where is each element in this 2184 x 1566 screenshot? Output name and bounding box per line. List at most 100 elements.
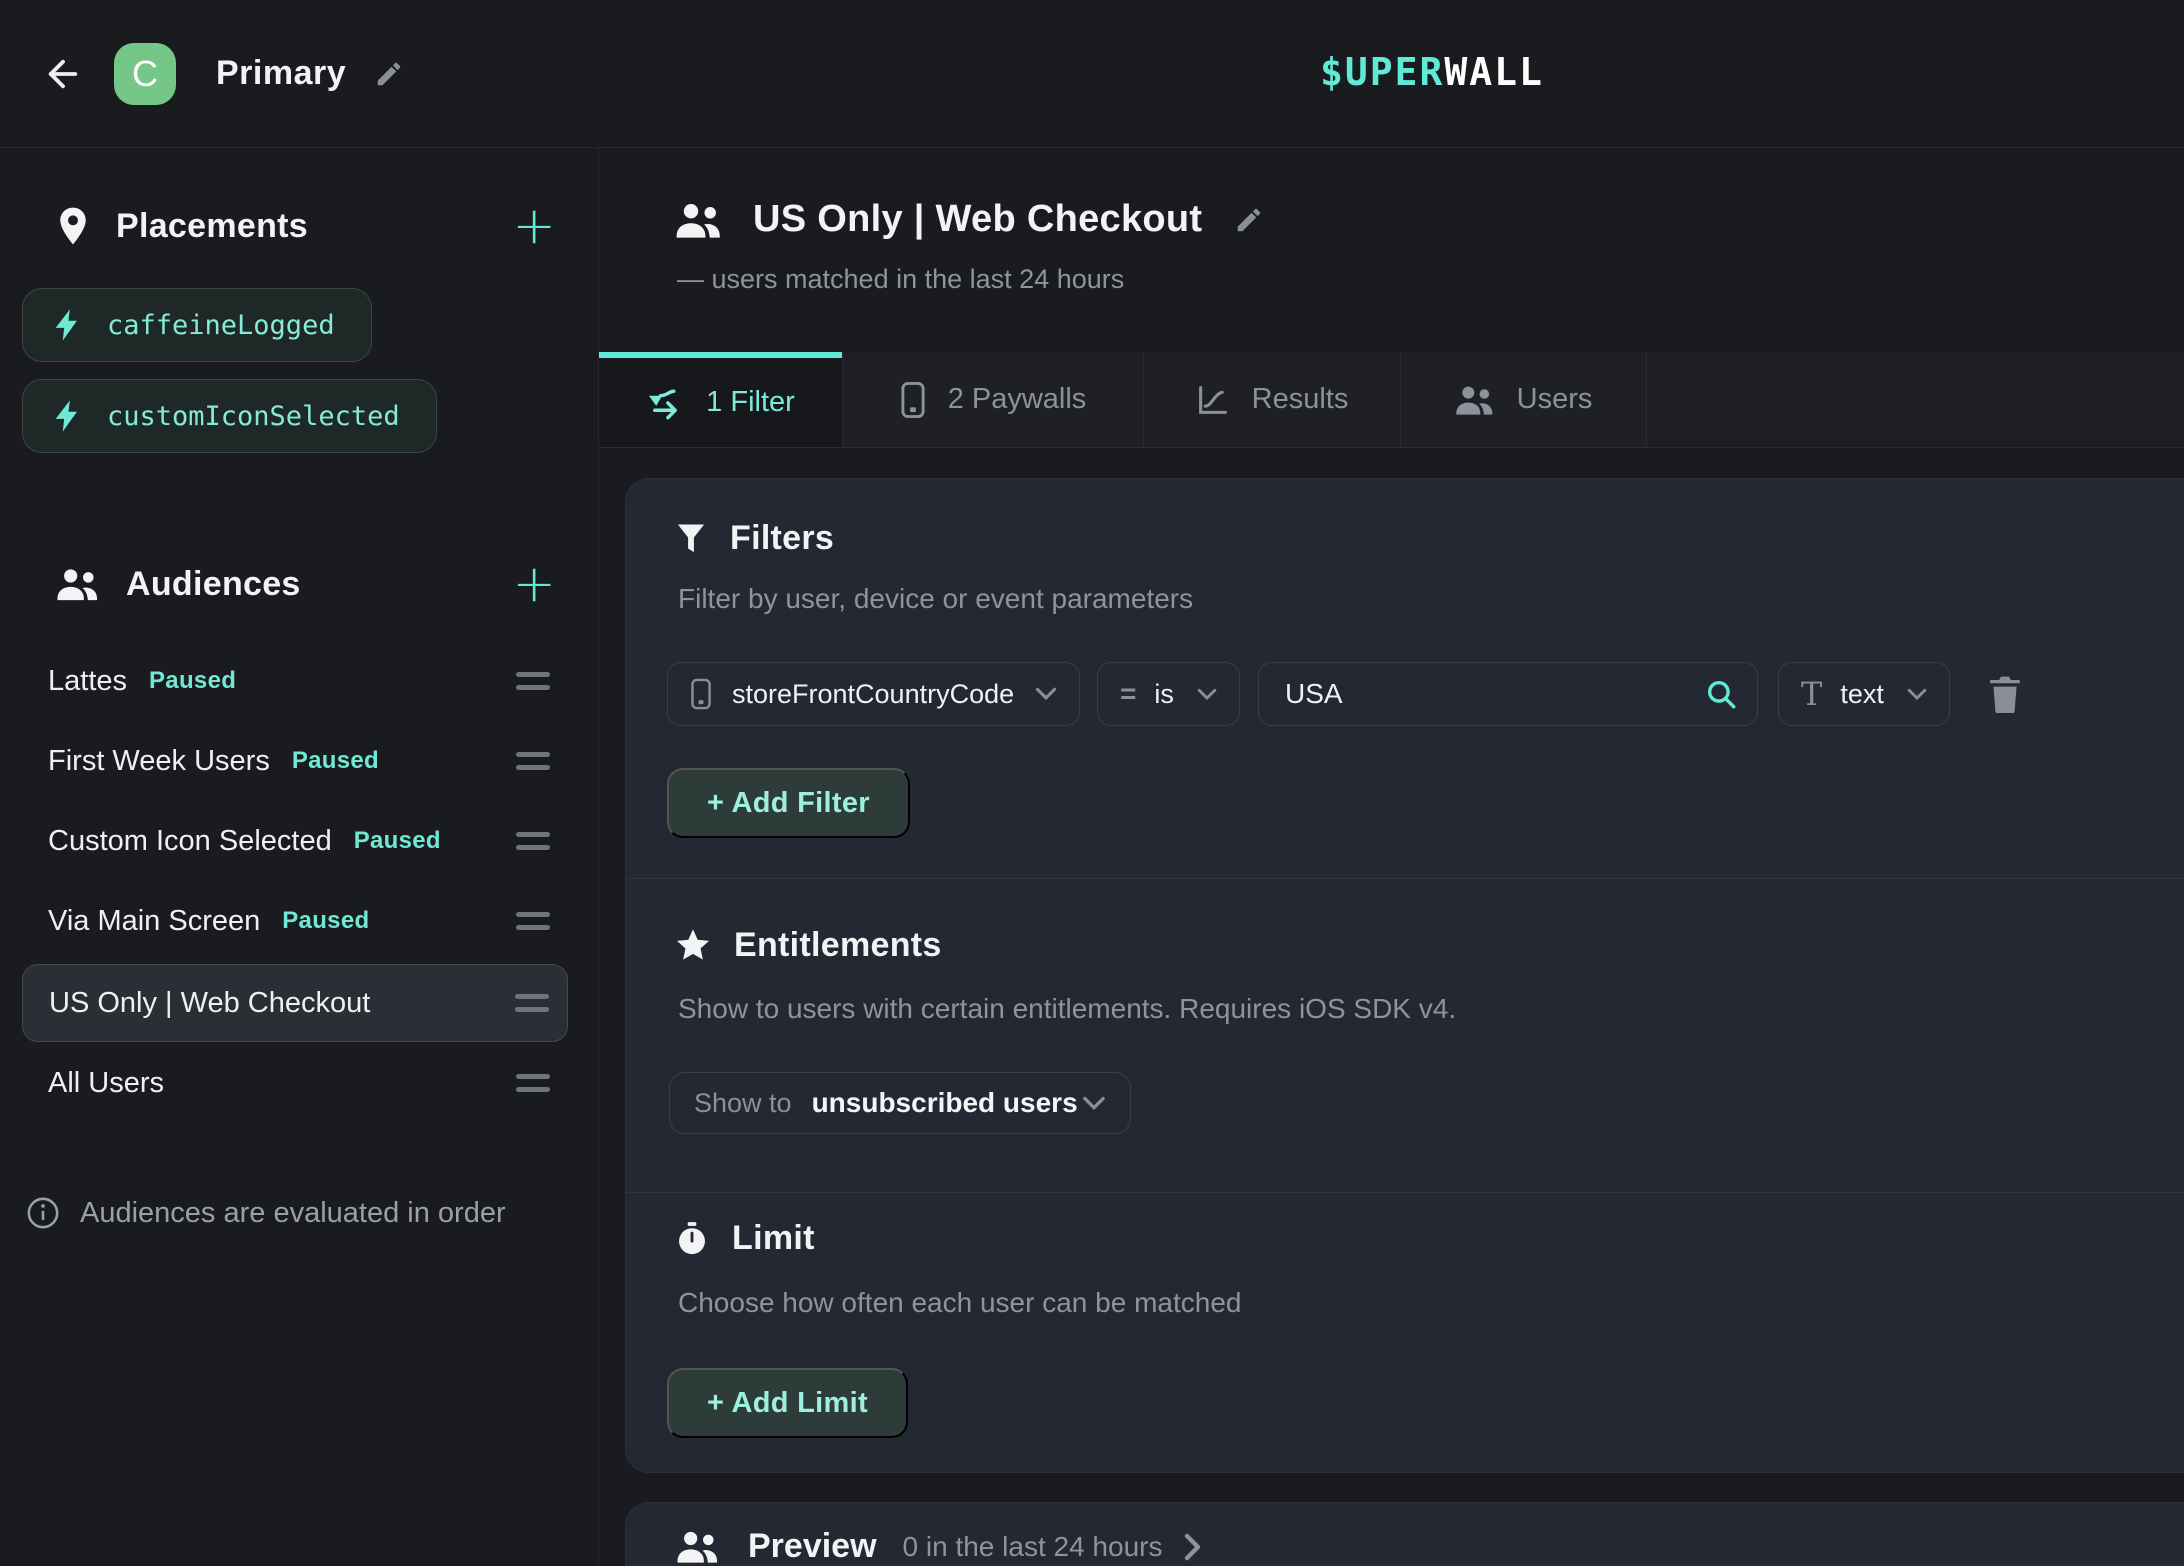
paused-badge: Paused [282, 907, 369, 935]
drag-handle-icon[interactable] [516, 672, 550, 690]
placement-chip[interactable]: customIconSelected [22, 379, 437, 453]
limit-description: Choose how often each user can be matche… [678, 1287, 1241, 1319]
tab-results[interactable]: Results [1143, 352, 1400, 447]
funnel-icon [676, 523, 706, 555]
operator-select[interactable]: = is [1097, 662, 1240, 726]
audiences-title: Audiences [126, 565, 301, 604]
footnote-text: Audiences are evaluated in order [80, 1197, 506, 1230]
page-subtitle: — users matched in the last 24 hours [677, 264, 1124, 295]
tab-users[interactable]: Users [1400, 352, 1647, 447]
audience-row-selected[interactable]: US Only | Web Checkout [22, 964, 568, 1042]
equals-icon: = [1120, 678, 1136, 710]
placements-header: Placements + [56, 200, 556, 252]
paused-badge: Paused [292, 747, 379, 775]
audience-row[interactable]: Custom Icon Selected Paused [22, 802, 568, 880]
audience-row[interactable]: Via Main Screen Paused [22, 882, 568, 960]
app-window: C Primary $UPERWALL Placements + caffein… [0, 0, 2184, 1566]
tab-results-label: Results [1252, 383, 1349, 416]
filters-title: Filters [730, 519, 834, 558]
star-icon [676, 929, 710, 962]
show-to-label: Show to [694, 1088, 792, 1119]
edit-workspace-icon[interactable] [374, 59, 404, 89]
device-icon [690, 678, 712, 710]
operator-value: is [1154, 679, 1174, 710]
main-panel: US Only | Web Checkout — users matched i… [599, 148, 2184, 1566]
preview-meta: 0 in the last 24 hours [903, 1531, 1163, 1563]
drag-handle-icon[interactable] [516, 752, 550, 770]
type-select[interactable]: T text [1778, 662, 1950, 726]
show-to-select[interactable]: Show to unsubscribed users [669, 1072, 1131, 1134]
chevron-right-icon [1184, 1533, 1202, 1561]
workspace-name: Primary [216, 54, 346, 93]
parameter-select[interactable]: storeFrontCountryCode [667, 662, 1080, 726]
drag-handle-icon[interactable] [515, 994, 549, 1012]
limit-section-header: Limit [676, 1219, 815, 1258]
tab-filter-label: 1 Filter [706, 386, 795, 419]
parameter-value: storeFrontCountryCode [732, 679, 1014, 710]
type-value: text [1840, 679, 1884, 710]
top-bar: C Primary $UPERWALL [0, 0, 2184, 148]
section-divider [626, 878, 2184, 879]
placement-chip-label: customIconSelected [107, 401, 400, 432]
preview-title: Preview [748, 1527, 877, 1566]
page-title: US Only | Web Checkout [753, 198, 1202, 241]
filter-arrow-icon [646, 386, 684, 420]
audience-name: Lattes [48, 665, 127, 698]
chart-icon [1196, 383, 1230, 417]
phone-icon [900, 381, 926, 419]
filter-row: storeFrontCountryCode = is [667, 662, 2022, 726]
tab-strip: 1 Filter 2 Paywalls Results Users [599, 352, 2184, 448]
paused-badge: Paused [149, 667, 236, 695]
text-type-icon: T [1801, 678, 1822, 710]
add-filter-button[interactable]: + Add Filter [667, 768, 910, 838]
logo-rest: WALL [1444, 50, 1544, 94]
back-icon[interactable] [42, 53, 84, 95]
tab-users-label: Users [1517, 383, 1593, 416]
sidebar: Placements + caffeineLogged customIconSe… [0, 148, 599, 1566]
bolt-icon [53, 399, 81, 433]
preview-card: Preview 0 in the last 24 hours [625, 1502, 2184, 1566]
audiences-footnote: Audiences are evaluated in order [26, 1196, 578, 1230]
logo-accent: $UPER [1320, 50, 1444, 94]
entitlements-description: Show to users with certain entitlements.… [678, 993, 1456, 1025]
audience-row[interactable]: Lattes Paused [22, 642, 568, 720]
placement-chip[interactable]: caffeineLogged [22, 288, 372, 362]
audiences-icon [56, 567, 100, 601]
preview-users-icon [676, 1530, 720, 1563]
users-icon [1455, 385, 1495, 415]
audience-name: US Only | Web Checkout [49, 987, 370, 1020]
delete-filter-icon[interactable] [1988, 675, 2022, 713]
audience-row[interactable]: All Users [22, 1044, 568, 1122]
tab-paywalls[interactable]: 2 Paywalls [842, 352, 1143, 447]
filter-value-wrap [1258, 662, 1758, 726]
edit-audience-icon[interactable] [1234, 205, 1264, 235]
audience-name: Custom Icon Selected [48, 825, 332, 858]
entitlements-title: Entitlements [734, 926, 942, 965]
bolt-icon [53, 308, 81, 342]
tab-filter[interactable]: 1 Filter [599, 352, 842, 447]
audience-name: First Week Users [48, 745, 270, 778]
workspace-avatar[interactable]: C [114, 43, 176, 105]
audience-row[interactable]: First Week Users Paused [22, 722, 568, 800]
drag-handle-icon[interactable] [516, 832, 550, 850]
tab-paywalls-label: 2 Paywalls [948, 383, 1087, 416]
audience-name: Via Main Screen [48, 905, 260, 938]
chevron-down-icon [1082, 1096, 1106, 1111]
drag-handle-icon[interactable] [516, 1074, 550, 1092]
chevron-down-icon [1017, 687, 1057, 701]
placement-chip-label: caffeineLogged [107, 310, 335, 341]
limit-title: Limit [732, 1219, 815, 1258]
paused-badge: Paused [354, 827, 441, 855]
filters-section-header: Filters [676, 519, 834, 558]
add-placement-button[interactable]: + [512, 206, 556, 246]
drag-handle-icon[interactable] [516, 912, 550, 930]
section-divider [626, 1192, 2184, 1193]
audience-settings-card: Filters Filter by user, device or event … [625, 478, 2184, 1473]
show-to-value: unsubscribed users [812, 1087, 1078, 1119]
placements-title: Placements [116, 207, 308, 246]
add-audience-button[interactable]: + [512, 564, 556, 604]
preview-header[interactable]: Preview 0 in the last 24 hours [676, 1527, 1202, 1566]
info-icon [26, 1196, 60, 1230]
filter-value-input[interactable] [1258, 662, 1758, 726]
add-limit-button[interactable]: + Add Limit [667, 1368, 908, 1438]
